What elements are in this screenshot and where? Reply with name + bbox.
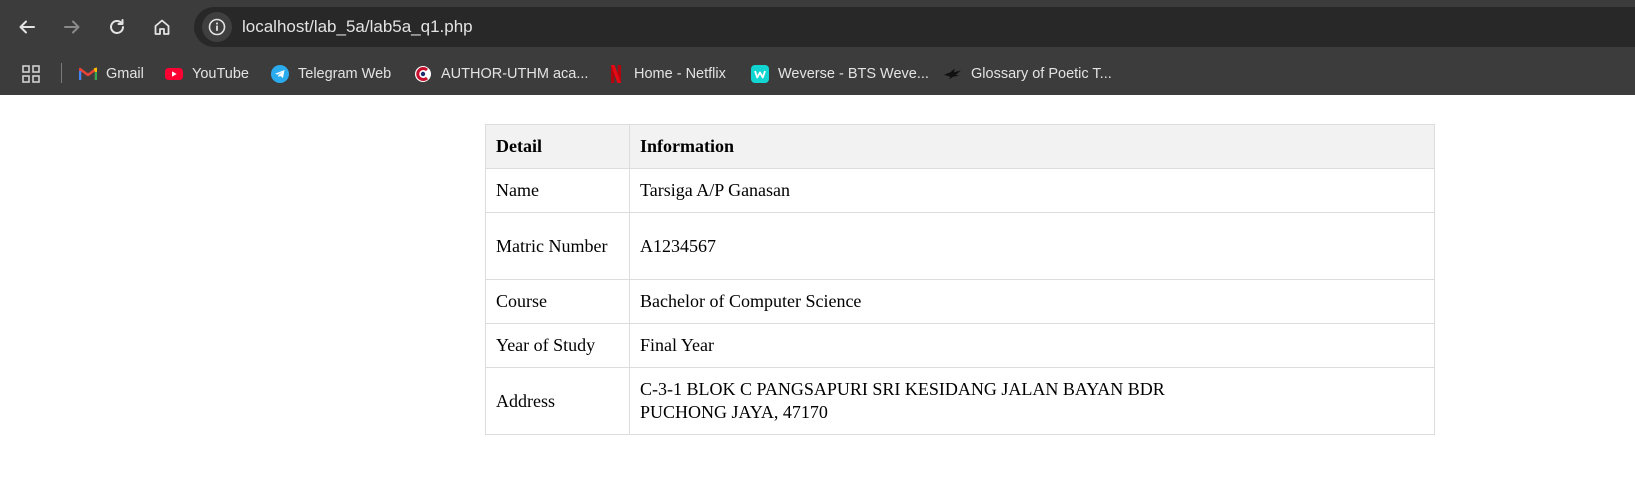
bookmark-glossary[interactable]: Glossary of Poetic T... xyxy=(944,61,1112,87)
bookmark-label: Home - Netflix xyxy=(634,66,726,82)
table-row: Name Tarsiga A/P Ganasan xyxy=(485,168,1435,213)
bookmark-label: Gmail xyxy=(106,66,144,82)
bookmark-label: Glossary of Poetic T... xyxy=(971,66,1112,82)
detail-cell: Address xyxy=(485,367,630,435)
bookmark-weverse[interactable]: Weverse - BTS Weve... xyxy=(751,61,929,87)
detail-cell: Name xyxy=(485,168,630,213)
info-cell: A1234567 xyxy=(629,212,1435,280)
site-info-icon[interactable] xyxy=(202,12,232,42)
detail-cell: Matric Number xyxy=(485,212,630,280)
browser-toolbar: localhost/lab_5a/lab5a_q1.php xyxy=(0,0,1635,50)
bookmark-youtube[interactable]: YouTube xyxy=(165,61,249,87)
gmail-icon xyxy=(79,65,97,83)
bookmark-label: YouTube xyxy=(192,66,249,82)
home-icon[interactable] xyxy=(145,10,179,44)
bookmark-uthm[interactable]: AUTHOR-UTHM aca... xyxy=(414,61,588,87)
bookmark-telegram[interactable]: Telegram Web xyxy=(271,61,391,87)
weverse-icon xyxy=(751,65,769,83)
info-cell: Tarsiga A/P Ganasan xyxy=(629,168,1435,213)
table-row: Year of Study Final Year xyxy=(485,323,1435,368)
bookmark-label: Telegram Web xyxy=(298,66,392,82)
table-row: Matric Number A1234567 xyxy=(485,212,1435,280)
url-text[interactable]: localhost/lab_5a/lab5a_q1.php xyxy=(242,17,473,37)
back-arrow-icon[interactable] xyxy=(10,10,44,44)
telegram-icon xyxy=(271,65,289,83)
bird-icon xyxy=(944,65,962,83)
youtube-icon xyxy=(165,65,183,83)
table-row: Course Bachelor of Computer Science xyxy=(485,279,1435,324)
info-cell: Final Year xyxy=(629,323,1435,368)
forward-arrow-icon[interactable] xyxy=(55,10,89,44)
address-bar[interactable]: localhost/lab_5a/lab5a_q1.php xyxy=(194,7,1635,47)
detail-cell: Year of Study xyxy=(485,323,630,368)
bookmarks-bar: Gmail YouTube Telegram Web AUTHOR-UTHM a… xyxy=(0,53,1635,95)
reload-icon[interactable] xyxy=(100,10,134,44)
bookmark-label: AUTHOR-UTHM aca... xyxy=(441,66,589,82)
column-header-information: Information xyxy=(629,124,1435,169)
table-row: Address C-3-1 BLOK C PANGSAPURI SRI KESI… xyxy=(485,367,1435,435)
detail-cell: Course xyxy=(485,279,630,324)
address-text: C-3-1 BLOK C PANGSAPURI SRI KESIDANG JAL… xyxy=(640,379,1165,422)
apps-grid-icon[interactable] xyxy=(22,65,40,88)
bookmark-gmail[interactable]: Gmail xyxy=(79,61,144,87)
student-info-table: Detail Information Name Tarsiga A/P Gana… xyxy=(485,124,1435,435)
bookmark-label: Weverse - BTS Weve... xyxy=(778,66,929,82)
info-cell: Bachelor of Computer Science xyxy=(629,279,1435,324)
info-cell: C-3-1 BLOK C PANGSAPURI SRI KESIDANG JAL… xyxy=(629,367,1435,435)
bookmarks-divider xyxy=(61,63,62,83)
bookmark-netflix[interactable]: Home - Netflix xyxy=(607,61,726,87)
column-header-detail: Detail xyxy=(485,124,630,169)
uthm-icon xyxy=(414,65,432,83)
netflix-icon xyxy=(607,65,625,83)
browser-chrome: localhost/lab_5a/lab5a_q1.php Gmail YouT… xyxy=(0,0,1635,95)
table-header-row: Detail Information xyxy=(485,124,1435,169)
